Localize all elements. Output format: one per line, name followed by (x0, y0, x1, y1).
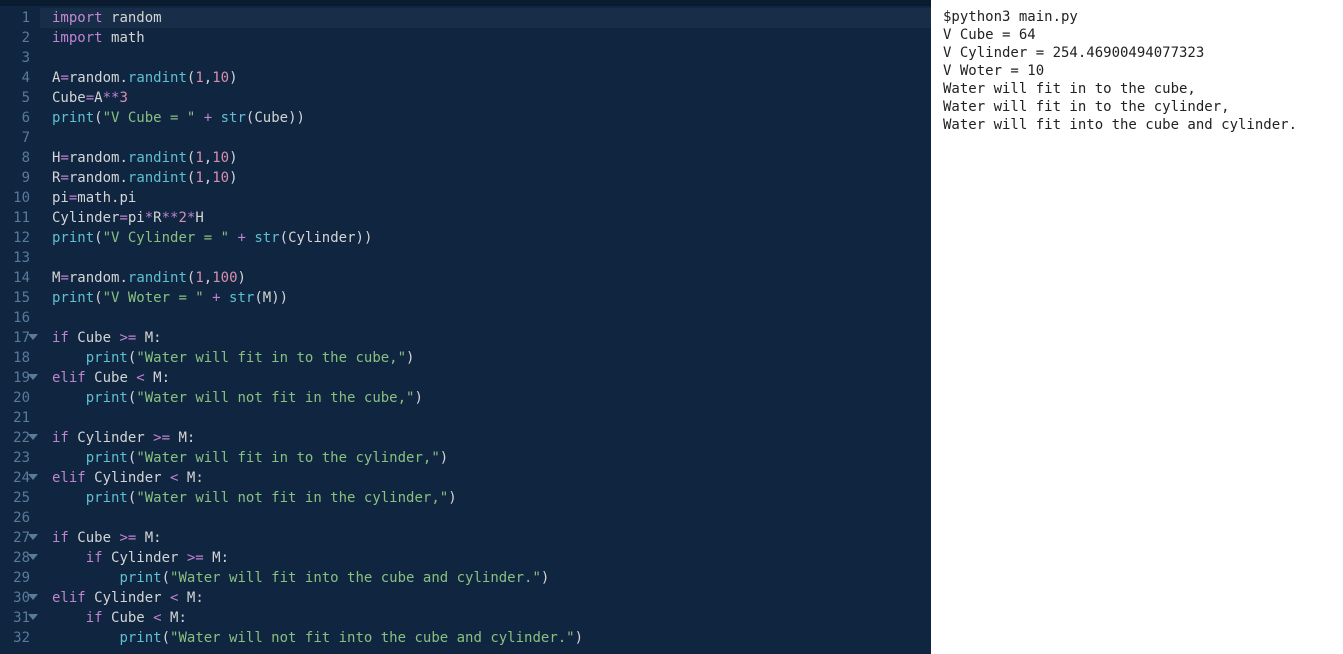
line-number: 16 (0, 308, 30, 328)
code-line[interactable]: Cylinder=pi*R**2*H (52, 208, 931, 228)
code-line[interactable]: print("V Cube = " + str(Cube)) (52, 108, 931, 128)
code-line[interactable]: import random (52, 8, 931, 28)
line-number: 6 (0, 108, 30, 128)
code-area[interactable]: import randomimport math A=random.randint… (40, 6, 931, 654)
line-number: 24 (0, 468, 30, 488)
terminal-output-pane[interactable]: $python3 main.pyV Cube = 64V Cylinder = … (931, 0, 1343, 654)
code-line[interactable]: if Cylinder >= M: (52, 428, 931, 448)
code-line[interactable]: if Cube >= M: (52, 328, 931, 348)
code-line[interactable]: if Cube < M: (52, 608, 931, 628)
line-number: 2 (0, 28, 30, 48)
terminal-output-line: Water will fit in to the cube, (943, 80, 1331, 98)
code-line[interactable]: Cube=A**3 (52, 88, 931, 108)
line-number: 19 (0, 368, 30, 388)
code-line[interactable]: print("Water will not fit into the cube … (52, 628, 931, 648)
code-line[interactable]: if Cube >= M: (52, 528, 931, 548)
line-number: 14 (0, 268, 30, 288)
code-line[interactable]: elif Cylinder < M: (52, 468, 931, 488)
line-number: 21 (0, 408, 30, 428)
code-line[interactable]: print("Water will not fit in the cylinde… (52, 488, 931, 508)
line-number: 15 (0, 288, 30, 308)
code-line[interactable]: print("Water will not fit in the cube,") (52, 388, 931, 408)
line-number: 12 (0, 228, 30, 248)
line-number: 28 (0, 548, 30, 568)
line-number: 18 (0, 348, 30, 368)
code-line[interactable]: M=random.randint(1,100) (52, 268, 931, 288)
code-editor-pane[interactable]: 1234567891011121314151617181920212223242… (0, 0, 931, 654)
code-line[interactable]: print("Water will fit in to the cube,") (52, 348, 931, 368)
line-number: 31 (0, 608, 30, 628)
code-line[interactable]: elif Cylinder < M: (52, 588, 931, 608)
terminal-output-line: V Cube = 64 (943, 26, 1331, 44)
terminal-output-line: V Woter = 10 (943, 62, 1331, 80)
line-number-gutter: 1234567891011121314151617181920212223242… (0, 6, 40, 654)
line-number: 9 (0, 168, 30, 188)
code-line[interactable]: print("Water will fit in to the cylinder… (52, 448, 931, 468)
code-line[interactable]: elif Cube < M: (52, 368, 931, 388)
line-number: 17 (0, 328, 30, 348)
line-number: 4 (0, 68, 30, 88)
code-line[interactable]: H=random.randint(1,10) (52, 148, 931, 168)
app-container: 1234567891011121314151617181920212223242… (0, 0, 1343, 654)
line-number: 23 (0, 448, 30, 468)
line-number: 1 (0, 8, 30, 28)
terminal-output-line: Water will fit into the cube and cylinde… (943, 116, 1331, 134)
code-line[interactable] (52, 248, 931, 268)
code-line[interactable]: print("Water will fit into the cube and … (52, 568, 931, 588)
code-line[interactable] (52, 128, 931, 148)
line-number: 30 (0, 588, 30, 608)
line-number: 20 (0, 388, 30, 408)
line-number: 10 (0, 188, 30, 208)
line-number: 5 (0, 88, 30, 108)
code-line[interactable]: pi=math.pi (52, 188, 931, 208)
line-number: 7 (0, 128, 30, 148)
line-number: 32 (0, 628, 30, 648)
code-line[interactable]: if Cylinder >= M: (52, 548, 931, 568)
code-line[interactable] (52, 408, 931, 428)
line-number: 11 (0, 208, 30, 228)
code-line[interactable] (52, 308, 931, 328)
line-number: 3 (0, 48, 30, 68)
code-line[interactable]: R=random.randint(1,10) (52, 168, 931, 188)
line-number: 25 (0, 488, 30, 508)
code-line[interactable]: A=random.randint(1,10) (52, 68, 931, 88)
code-line[interactable]: print("V Cylinder = " + str(Cylinder)) (52, 228, 931, 248)
line-number: 8 (0, 148, 30, 168)
terminal-command: $python3 main.py (943, 8, 1331, 26)
line-number: 29 (0, 568, 30, 588)
code-line[interactable]: print("V Woter = " + str(M)) (52, 288, 931, 308)
terminal-output-line: Water will fit in to the cylinder, (943, 98, 1331, 116)
code-line[interactable] (52, 48, 931, 68)
code-line[interactable] (52, 508, 931, 528)
line-number: 27 (0, 528, 30, 548)
terminal-output-line: V Cylinder = 254.46900494077323 (943, 44, 1331, 62)
line-number: 22 (0, 428, 30, 448)
code-line[interactable]: import math (52, 28, 931, 48)
line-number: 26 (0, 508, 30, 528)
line-number: 13 (0, 248, 30, 268)
